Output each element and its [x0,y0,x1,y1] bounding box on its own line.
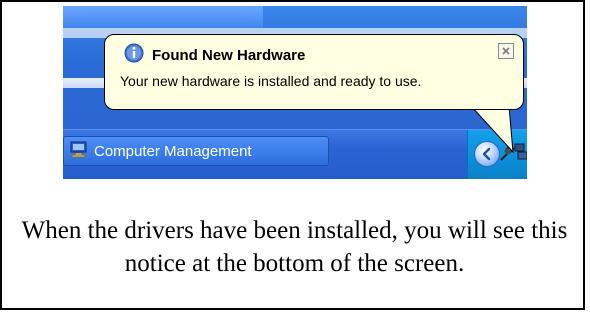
figure-frame: Computer Management Found New Hardware Y… [0,0,585,310]
system-tray [467,130,527,179]
network-icon[interactable] [514,142,527,167]
hardware-plug-icon[interactable] [499,144,515,167]
window-titlebar-fragment [63,6,263,28]
info-icon [124,43,144,67]
balloon-title-row: Found New Hardware [124,43,305,67]
taskbar: Computer Management [63,129,527,179]
windows-screenshot: Computer Management Found New Hardware Y… [63,6,527,179]
balloon-message: Your new hardware is installed and ready… [120,73,422,89]
notification-balloon[interactable]: Found New Hardware Your new hardware is … [104,34,524,110]
taskbar-button-label: Computer Management [94,142,252,160]
close-icon[interactable] [498,43,514,59]
balloon-title: Found New Hardware [152,46,306,64]
taskbar-button-computer-management[interactable]: Computer Management [63,136,329,166]
computer-icon [70,140,88,163]
show-hidden-icons-icon[interactable] [474,141,500,167]
figure-caption: When the drivers have been installed, yo… [21,217,568,277]
